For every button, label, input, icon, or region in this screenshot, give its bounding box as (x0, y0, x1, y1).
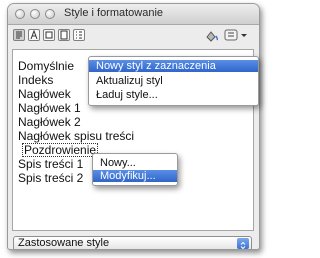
style-item-naglowek-spisu-tresci[interactable]: Nagłówek spisu treści (18, 130, 134, 142)
style-filter-value: Zastosowane style (18, 237, 110, 249)
menu-item-new-style-from-selection[interactable]: Nowy styl z zaznaczenia (89, 60, 258, 72)
menu-item-update-style[interactable]: Aktualizuj styl (89, 75, 258, 87)
style-item-naglowek-1[interactable]: Nagłówek 1 (18, 102, 81, 114)
style-item-spis-tresci-2[interactable]: Spis treści 2 (18, 172, 83, 184)
style-item-label: Pozdrowienie (22, 143, 99, 157)
menu-item-load-styles[interactable]: Ładuj style... (89, 89, 258, 101)
frame-style-icon[interactable] (43, 29, 55, 41)
select-stepper-icon[interactable] (237, 238, 249, 249)
character-style-icon[interactable] (28, 29, 40, 41)
list-style-icon[interactable] (73, 29, 85, 41)
window-title: Style i formatowanie (64, 7, 164, 19)
fill-format-icon[interactable] (204, 28, 220, 47)
new-style-menu: Nowy styl z zaznaczenia Aktualizuj styl … (88, 56, 259, 106)
style-item-indeks[interactable]: Indeks (18, 74, 53, 86)
styles-window: Style i formatowanie Domyślnie Indeks Na… (7, 3, 260, 250)
style-filter-select[interactable]: Zastosowane style (13, 236, 252, 249)
style-item-naglowek[interactable]: Nagłówek (18, 88, 71, 100)
style-context-menu: Nowy... Modyfikuj... (92, 153, 178, 186)
zoom-button[interactable] (45, 9, 55, 19)
menu-item-modify[interactable]: Modyfikuj... (93, 170, 177, 182)
style-category-toolbar (8, 25, 259, 49)
style-item-domyslnie[interactable]: Domyślnie (18, 60, 74, 72)
style-item-naglowek-2[interactable]: Nagłówek 2 (18, 116, 81, 128)
new-style-icon[interactable] (223, 28, 251, 47)
style-item-spis-tresci-1[interactable]: Spis treści 1 (18, 158, 83, 170)
paragraph-style-icon[interactable] (13, 29, 25, 41)
title-bar: Style i formatowanie (8, 4, 259, 25)
page-style-icon[interactable] (58, 29, 70, 41)
close-button[interactable] (15, 9, 25, 19)
menu-item-new[interactable]: Nowy... (93, 157, 177, 169)
minimize-button[interactable] (30, 9, 40, 19)
